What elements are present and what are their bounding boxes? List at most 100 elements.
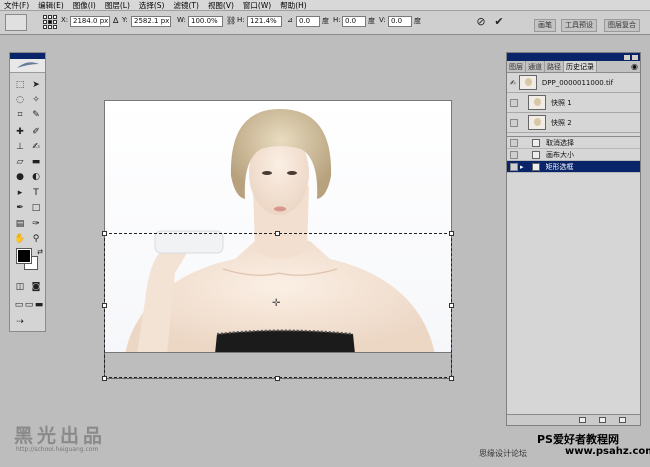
y-position-field[interactable]: 2582.1 px <box>131 16 171 27</box>
transform-handle-bottom-left[interactable] <box>102 376 107 381</box>
lasso-tool-icon[interactable]: ◌ <box>13 94 27 107</box>
transform-handle-top-center[interactable] <box>275 231 280 236</box>
close-icon[interactable] <box>632 54 638 60</box>
transform-handle-middle-right[interactable] <box>449 303 454 308</box>
cancel-icon[interactable]: ⊘ <box>474 15 488 29</box>
transform-handle-top-left[interactable] <box>102 231 107 236</box>
eyedropper-icon[interactable]: ✑ <box>29 218 43 231</box>
transform-center-icon[interactable]: ✛ <box>272 298 280 309</box>
tab-paths[interactable]: 路径 <box>545 61 564 72</box>
menu-layer[interactable]: 图层(L) <box>105 0 130 11</box>
logo-url: http://school.heiguang.com <box>16 446 99 453</box>
history-brush-icon[interactable]: ✍ <box>29 141 43 154</box>
horizontal-skew-field[interactable]: 0.0 <box>342 16 366 27</box>
notes-tool-icon[interactable]: ▤ <box>13 218 27 231</box>
history-state-row[interactable]: 取消选择 <box>507 137 640 149</box>
x-label: X: <box>61 16 69 24</box>
trash-icon[interactable] <box>619 417 626 423</box>
marquee-tool-icon[interactable]: ⬚ <box>13 79 27 92</box>
foreground-color-swatch[interactable] <box>16 248 32 264</box>
swap-colors-icon[interactable]: ⇄ <box>33 246 47 259</box>
history-panel: 图层 通道 路径 历史记录 ◉ ✍ DPP_0000011000.tif 快照 … <box>506 52 641 426</box>
well-tab-tool-presets[interactable]: 工具预设 <box>561 19 597 32</box>
type-tool-icon[interactable]: T <box>29 187 43 200</box>
rotate-angle-field[interactable]: 0.0 <box>296 16 320 27</box>
quick-mask-icon[interactable]: ◙ <box>29 281 43 294</box>
width-scale-field[interactable]: 100.0% <box>188 16 223 27</box>
menu-file[interactable]: 文件(F) <box>4 0 29 11</box>
history-brush-checkbox[interactable] <box>510 162 518 171</box>
h-label: H: <box>237 16 245 24</box>
zoom-tool-icon[interactable]: ⚲ <box>29 233 43 246</box>
snapshot-row[interactable]: ✍ DPP_0000011000.tif <box>507 73 640 93</box>
link-icon[interactable]: ⛓ <box>226 16 236 25</box>
path-selection-icon[interactable]: ▸ <box>13 187 27 200</box>
watermark-url: www.psahz.com <box>565 446 650 457</box>
tab-layers[interactable]: 图层 <box>507 61 526 72</box>
dodge-tool-icon[interactable]: ◐ <box>29 171 43 184</box>
menu-window[interactable]: 窗口(W) <box>243 0 271 11</box>
tab-history[interactable]: 历史记录 <box>564 61 597 72</box>
vertical-skew-field[interactable]: 0.0 <box>388 16 412 27</box>
transform-handle-bottom-right[interactable] <box>449 376 454 381</box>
panel-menu-icon[interactable]: ◉ <box>631 61 640 72</box>
minimize-icon[interactable] <box>624 54 630 60</box>
logo-text: 黑光出品 <box>14 425 107 447</box>
transform-handle-bottom-center[interactable] <box>275 376 280 381</box>
reference-point-locator[interactable] <box>43 15 57 29</box>
toolbox: ⬚ ➤ ◌ ✧ ⌗ ✎ ✚ ✐ ⊥ ✍ ▱ ▬ ● ◐ ▸ T ✒ □ ▤ ✑ … <box>9 52 46 332</box>
state-icon <box>531 162 540 171</box>
history-brush-checkbox[interactable] <box>510 138 518 147</box>
menu-select[interactable]: 选择(S) <box>139 0 165 11</box>
history-brush-checkbox[interactable] <box>510 98 518 107</box>
menu-view[interactable]: 视图(V) <box>208 0 234 11</box>
snapshot-row[interactable]: 快照 1 <box>507 93 640 113</box>
history-brush-checkbox[interactable] <box>510 150 518 159</box>
menu-edit[interactable]: 编辑(E) <box>38 0 64 11</box>
height-scale-field[interactable]: 121.4% <box>247 16 282 27</box>
slice-tool-icon[interactable]: ✎ <box>29 109 43 122</box>
history-state-row[interactable]: 画布大小 <box>507 149 640 161</box>
snapshot-label: 快照 2 <box>551 118 572 127</box>
hand-tool-icon[interactable]: ✋ <box>13 233 27 246</box>
screen-mode-full-icon[interactable]: ▬ <box>32 299 46 312</box>
menu-filter[interactable]: 滤镜(T) <box>174 0 199 11</box>
move-tool-icon[interactable]: ➤ <box>29 79 43 92</box>
well-tab-brushes[interactable]: 画笔 <box>534 19 556 32</box>
menu-help[interactable]: 帮助(H) <box>280 0 307 11</box>
history-state-row-selected[interactable]: ▸ 矩形选框 <box>507 161 640 173</box>
new-snapshot-icon[interactable] <box>599 417 606 423</box>
standard-mode-icon[interactable]: ◫ <box>13 281 27 294</box>
transform-handle-middle-left[interactable] <box>102 303 107 308</box>
snapshot-thumbnail <box>528 95 546 110</box>
snapshot-thumbnail <box>518 75 537 90</box>
crop-tool-icon[interactable]: ⌗ <box>13 109 27 122</box>
commit-icon[interactable]: ✔ <box>492 15 506 29</box>
gradient-tool-icon[interactable]: ▬ <box>29 156 43 169</box>
new-document-from-state-icon[interactable] <box>579 417 586 423</box>
brush-tool-icon[interactable]: ✐ <box>29 126 43 139</box>
shape-tool-icon[interactable]: □ <box>29 202 43 215</box>
clone-stamp-icon[interactable]: ⊥ <box>13 141 27 154</box>
transform-handle-top-right[interactable] <box>449 231 454 236</box>
blur-tool-icon[interactable]: ● <box>13 171 27 184</box>
jump-to-imageready-icon[interactable]: ⇢ <box>13 316 27 329</box>
well-tab-layer-comps[interactable]: 图层复合 <box>604 19 640 32</box>
x-position-field[interactable]: 2184.0 px <box>70 16 110 27</box>
history-brush-checkbox[interactable] <box>510 118 518 127</box>
hskew-unit: 度 <box>368 17 375 25</box>
magic-wand-icon[interactable]: ✧ <box>29 94 43 107</box>
tool-preset-picker[interactable] <box>5 14 27 31</box>
w-label: W: <box>177 16 186 24</box>
feather-logo-icon[interactable] <box>10 59 45 73</box>
eraser-tool-icon[interactable]: ▱ <box>13 156 27 169</box>
panel-titlebar[interactable] <box>507 53 640 61</box>
snapshot-label: 快照 1 <box>551 98 572 107</box>
tab-channels[interactable]: 通道 <box>526 61 545 72</box>
menu-image[interactable]: 图像(I) <box>73 0 96 11</box>
healing-brush-icon[interactable]: ✚ <box>13 126 27 139</box>
snapshot-thumbnail <box>528 115 546 130</box>
pen-tool-icon[interactable]: ✒ <box>13 202 27 215</box>
history-brush-source-icon[interactable]: ✍ <box>510 79 516 87</box>
snapshot-row[interactable]: 快照 2 <box>507 113 640 133</box>
